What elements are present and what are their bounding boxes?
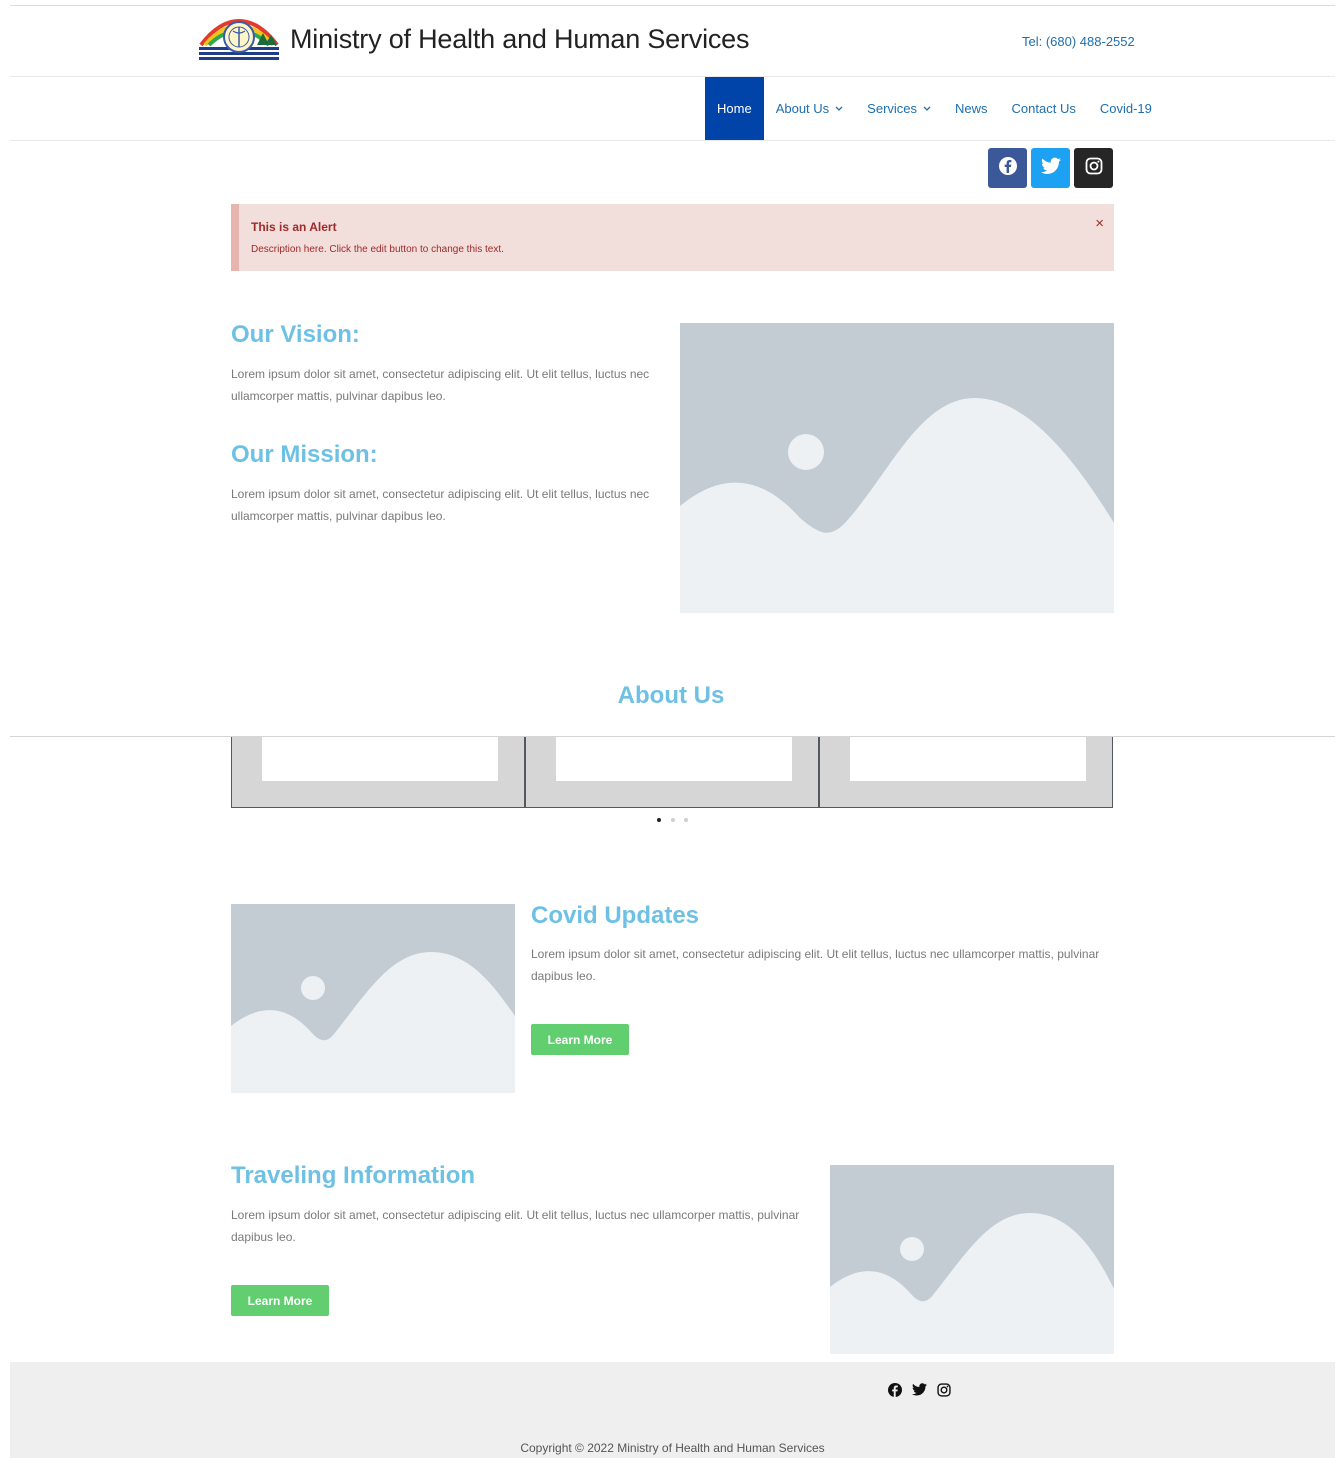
vision-text: Lorem ipsum dolor sit amet, consectetur …	[231, 367, 650, 403]
alert-box: This is an Alert Description here. Click…	[231, 204, 1114, 271]
alert-title: This is an Alert	[251, 220, 337, 234]
twitter-icon	[1040, 157, 1061, 180]
nav-divider	[10, 140, 1335, 141]
nav-item-about-us[interactable]: About Us	[764, 77, 855, 140]
mission-heading: Our Mission:	[231, 441, 378, 468]
nav-item-news[interactable]: News	[943, 77, 1000, 140]
carousel-dot[interactable]	[657, 818, 661, 822]
footer: Copyright © 2022 Ministry of Health and …	[10, 1362, 1335, 1458]
image-placeholder	[830, 1165, 1114, 1354]
carousel-slide[interactable]	[525, 737, 819, 808]
slide-content	[556, 737, 792, 781]
image-placeholder	[680, 323, 1114, 613]
twitter-icon[interactable]	[912, 1383, 927, 1402]
facebook-button[interactable]	[988, 148, 1027, 188]
covid-learn-more-button[interactable]: Learn More	[531, 1024, 629, 1055]
nav-item-contact-us[interactable]: Contact Us	[1000, 77, 1088, 140]
vision-heading: Our Vision:	[231, 321, 360, 348]
instagram-button[interactable]	[1074, 148, 1113, 188]
top-border	[10, 5, 1335, 6]
carousel-dot[interactable]	[684, 818, 688, 822]
covid-text: Lorem ipsum dolor sit amet, consectetur …	[531, 947, 1100, 983]
nav-item-label: Contact Us	[1011, 101, 1076, 116]
instagram-icon[interactable]	[937, 1383, 951, 1402]
copyright-text: Copyright © 2022 Ministry of Health and …	[520, 1441, 825, 1455]
alert-description: Description here. Click the edit button …	[251, 244, 504, 255]
nav-item-label: Services	[867, 101, 918, 116]
nav-item-services[interactable]: Services	[855, 77, 943, 140]
covid-heading: Covid Updates	[531, 902, 700, 929]
slide-content	[850, 737, 1086, 781]
about-us-heading: About Us	[617, 682, 725, 709]
site-title[interactable]: Ministry of Health and Human Services	[290, 24, 749, 55]
main-nav: Home About Us Services News Contact Us C…	[705, 77, 1164, 140]
facebook-icon[interactable]	[888, 1383, 902, 1402]
footer-social-icons	[888, 1383, 951, 1402]
twitter-button[interactable]	[1031, 148, 1070, 188]
slide-content	[262, 737, 498, 781]
close-icon[interactable]: ×	[1095, 215, 1104, 232]
travel-learn-more-button[interactable]: Learn More	[231, 1285, 329, 1316]
image-placeholder	[231, 904, 515, 1093]
chevron-down-icon	[923, 104, 931, 114]
nav-item-label: Home	[717, 101, 752, 116]
carousel-dot[interactable]	[671, 818, 675, 822]
instagram-icon	[1084, 156, 1104, 181]
nav-item-label: Covid-19	[1099, 101, 1152, 116]
nav-item-home[interactable]: Home	[705, 77, 764, 140]
nav-item-label: News	[955, 101, 988, 116]
telephone-link[interactable]: Tel: (680) 488-2552	[1022, 34, 1135, 49]
carousel-slide[interactable]	[819, 737, 1113, 808]
nav-item-covid-19[interactable]: Covid-19	[1088, 77, 1164, 140]
travel-heading: Traveling Information	[231, 1162, 476, 1189]
ministry-seal-logo[interactable]	[199, 17, 279, 61]
nav-item-label: About Us	[775, 101, 830, 116]
mission-text: Lorem ipsum dolor sit amet, consectetur …	[231, 487, 650, 523]
travel-text: Lorem ipsum dolor sit amet, consectetur …	[231, 1208, 800, 1244]
chevron-down-icon	[835, 104, 843, 114]
facebook-icon	[998, 156, 1018, 181]
carousel-slide[interactable]	[231, 737, 525, 808]
